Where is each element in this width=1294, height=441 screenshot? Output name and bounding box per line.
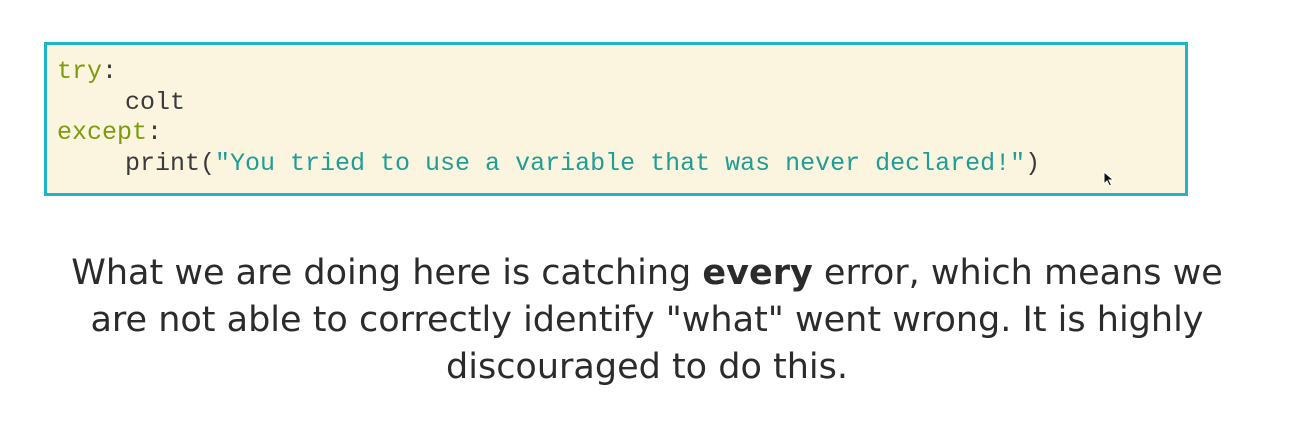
try-colon: : xyxy=(102,57,118,86)
code-text: try: colt except: print("You tried to use a… xyxy=(47,45,1185,179)
identifier-colt: colt xyxy=(125,87,186,117)
explanation-caption: What we are doing here is catching every… xyxy=(60,250,1234,391)
caption-emphasis: every xyxy=(702,253,813,293)
code-line-colt: colt xyxy=(57,88,1185,119)
print-close-paren: ) xyxy=(1025,148,1041,178)
caption-part-1: What we are doing here is catching xyxy=(71,253,703,293)
code-line-try: try: xyxy=(57,57,1185,88)
print-call: print( xyxy=(125,148,216,178)
mouse-pointer-icon xyxy=(1103,171,1115,187)
print-string: "You tried to use a variable that was ne… xyxy=(215,148,1026,178)
except-colon: : xyxy=(147,118,163,147)
keyword-except: except xyxy=(57,118,148,147)
code-line-except: except: xyxy=(57,118,1185,149)
code-line-print: print("You tried to use a variable that … xyxy=(57,149,1185,180)
keyword-try: try xyxy=(57,57,103,86)
code-block: try: colt except: print("You tried to use a… xyxy=(44,42,1188,196)
